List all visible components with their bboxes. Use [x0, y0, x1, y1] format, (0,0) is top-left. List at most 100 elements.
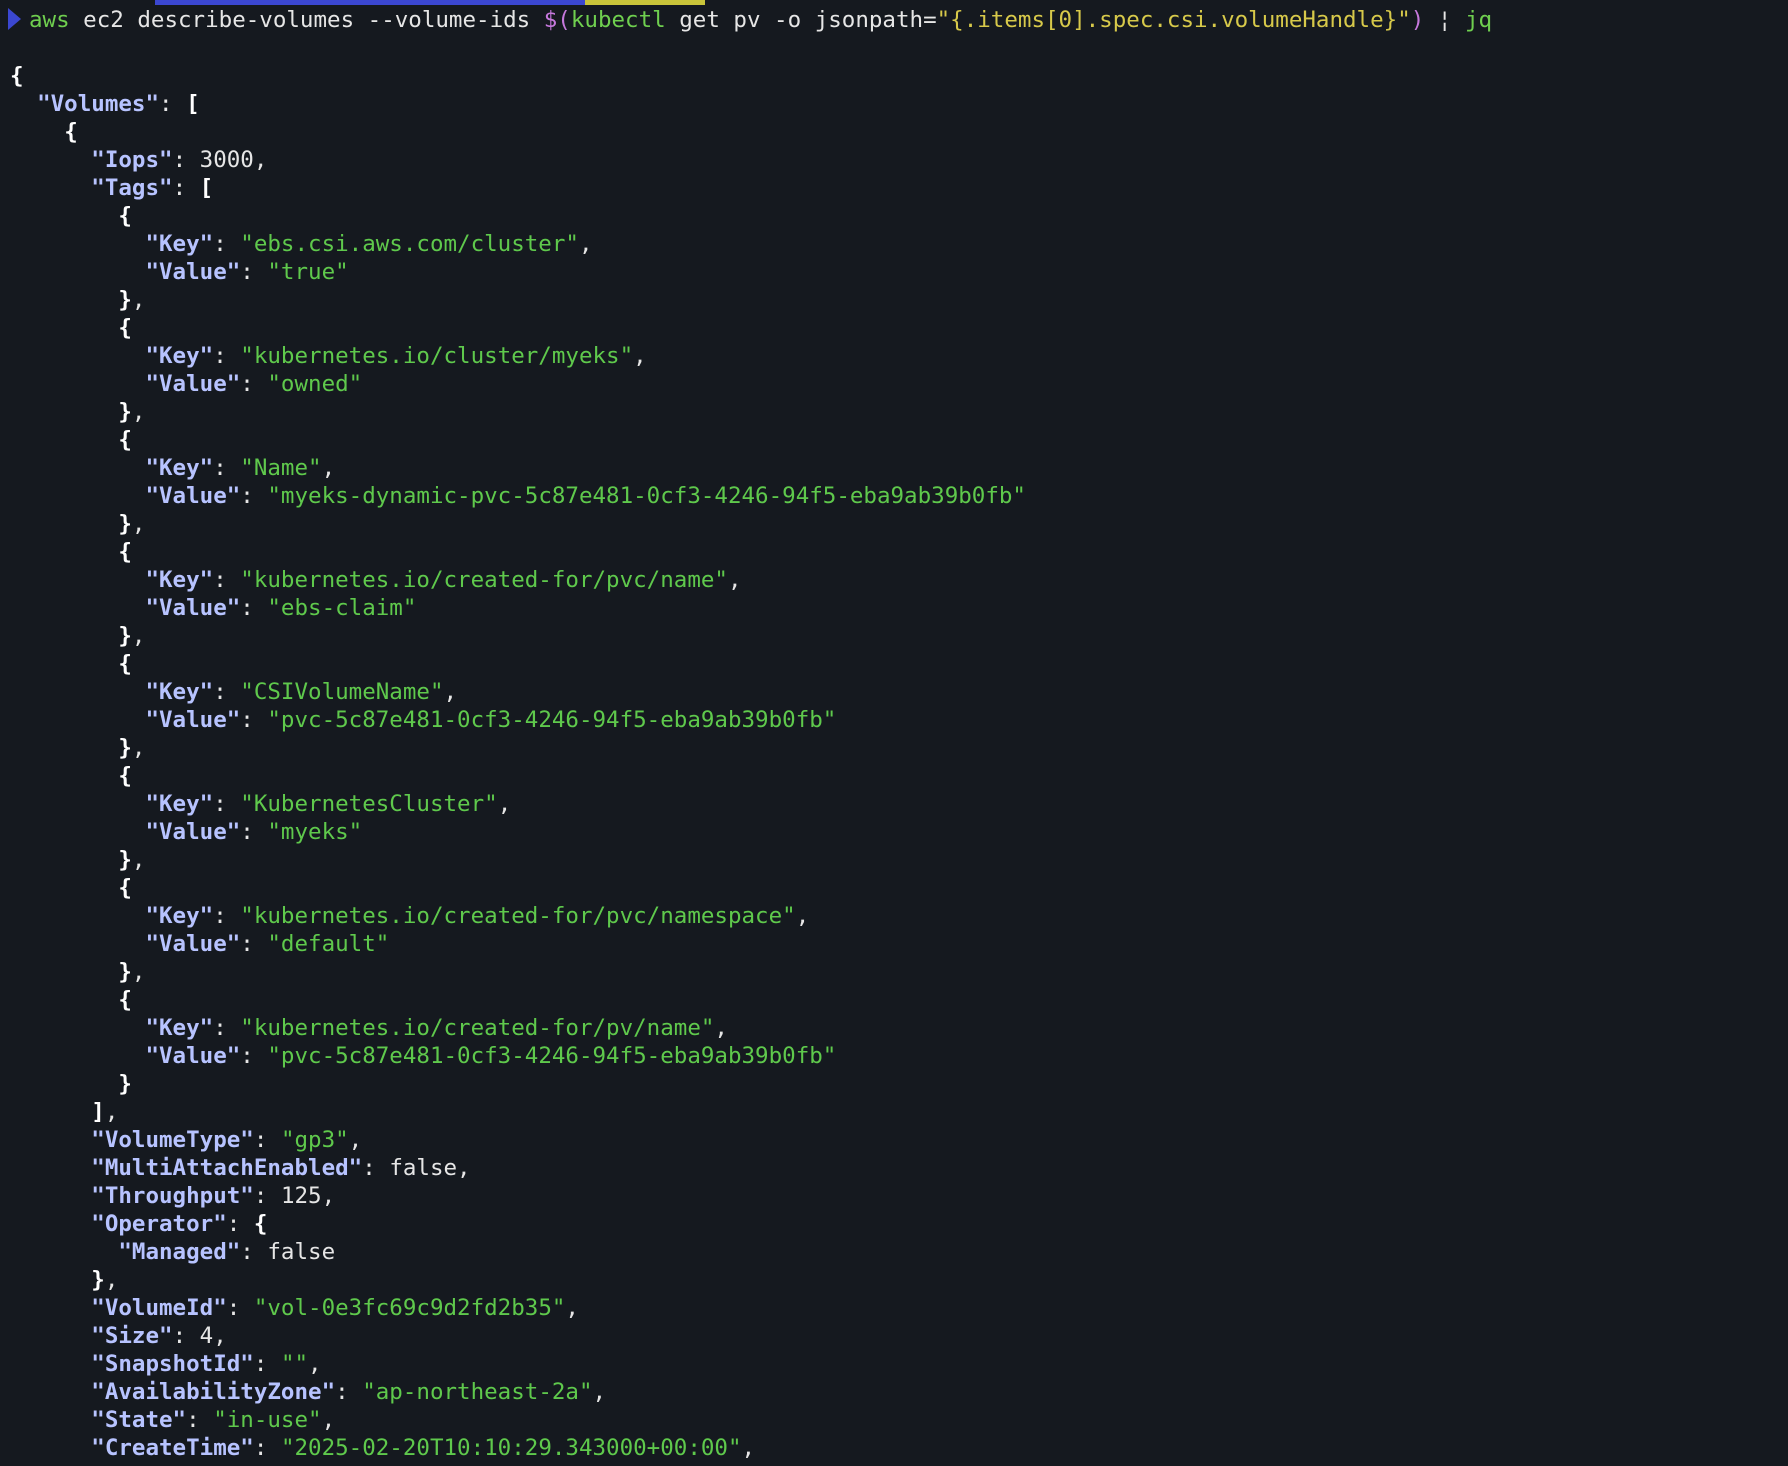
json-key: "Throughput"	[91, 1183, 254, 1209]
json-string-value: "CSIVolumeName"	[240, 679, 444, 705]
json-line: "Value": "myeks-dynamic-pvc-5c87e481-0cf…	[10, 482, 1026, 510]
json-line: {	[10, 426, 1026, 454]
json-punctuation: ,	[497, 791, 512, 817]
cmd-args: ec2 describe-volumes --volume-ids	[69, 7, 544, 33]
json-line: "Key": "CSIVolumeName",	[10, 678, 1026, 706]
json-key: "VolumeType"	[91, 1127, 254, 1153]
json-punctuation: ,	[321, 1407, 336, 1433]
json-key: "State"	[91, 1407, 187, 1433]
json-punctuation: :	[240, 595, 268, 621]
prompt-segment-git	[585, 0, 705, 5]
json-literal-value: 4	[199, 1323, 214, 1349]
json-punctuation: ,	[308, 1351, 322, 1377]
json-bracket: {	[10, 63, 24, 89]
json-bracket: {	[118, 651, 132, 677]
json-key: "Key"	[145, 231, 214, 257]
prompt-segment-path	[155, 0, 585, 5]
json-punctuation: ,	[727, 567, 742, 593]
cmd-subcommand: kubectl	[570, 7, 666, 33]
json-line: {	[10, 538, 1026, 566]
json-line: "SnapshotId": "",	[10, 1350, 1026, 1378]
json-punctuation: :	[240, 483, 268, 509]
json-line: },	[10, 958, 1026, 986]
json-string-value: "pvc-5c87e481-0cf3-4246-94f5-eba9ab39b0f…	[267, 1043, 837, 1069]
json-bracket: {	[253, 1211, 268, 1237]
json-line: "Key": "kubernetes.io/cluster/myeks",	[10, 342, 1026, 370]
json-line: "VolumeId": "vol-0e3fc69c9d2fd2b35",	[10, 1294, 1026, 1322]
json-punctuation: :	[253, 1435, 281, 1461]
json-bracket: [	[186, 91, 200, 117]
cmd-subargs: get pv -o jsonpath=	[665, 7, 937, 33]
json-punctuation: :	[172, 175, 200, 201]
json-string-value: "kubernetes.io/created-for/pv/name"	[240, 1015, 715, 1041]
json-line: },	[10, 286, 1026, 314]
json-bracket: }	[118, 287, 132, 313]
json-punctuation: ,	[131, 735, 146, 761]
json-line: "Key": "KubernetesCluster",	[10, 790, 1026, 818]
json-key: "Value"	[145, 595, 241, 621]
json-punctuation: ,	[741, 1435, 756, 1461]
json-punctuation: :	[240, 707, 268, 733]
json-bracket: ]	[91, 1099, 105, 1125]
json-bracket: }	[118, 1071, 132, 1097]
json-line: {	[10, 314, 1026, 342]
json-line: "AvailabilityZone": "ap-northeast-2a",	[10, 1378, 1026, 1406]
terminal-window[interactable]: aws ec2 describe-volumes --volume-ids $(…	[0, 0, 1788, 1466]
json-punctuation: ,	[131, 399, 146, 425]
json-punctuation: ,	[321, 1183, 336, 1209]
json-bracket: }	[91, 1267, 105, 1293]
command-line[interactable]: aws ec2 describe-volumes --volume-ids $(…	[8, 6, 1492, 34]
json-punctuation: ,	[131, 511, 146, 537]
json-bracket: }	[118, 623, 132, 649]
json-key: "Key"	[145, 903, 214, 929]
json-punctuation: :	[335, 1379, 363, 1405]
cmd-subshell-close: )	[1410, 7, 1425, 33]
prompt-arrow-icon	[8, 8, 21, 30]
json-line: "Managed": false	[10, 1238, 1026, 1266]
cmd-subshell-open: $(	[543, 7, 571, 33]
json-line: "Value": "pvc-5c87e481-0cf3-4246-94f5-eb…	[10, 1042, 1026, 1070]
cmd-jsonpath: "{.items[0].spec.csi.volumeHandle}"	[936, 7, 1411, 33]
json-string-value: "in-use"	[213, 1407, 322, 1433]
json-literal-value: false	[389, 1155, 458, 1181]
json-punctuation: :	[159, 91, 187, 117]
json-bracket: }	[118, 511, 132, 537]
json-punctuation: ,	[714, 1015, 728, 1041]
json-punctuation: ,	[457, 1155, 471, 1181]
json-string-value: "gp3"	[280, 1127, 349, 1153]
json-punctuation: :	[226, 1295, 254, 1321]
json-line: "Value": "owned"	[10, 370, 1026, 398]
json-key: "MultiAttachEnabled"	[91, 1155, 363, 1181]
json-bracket: [	[199, 175, 214, 201]
json-key: "Value"	[145, 707, 241, 733]
json-line: "Value": "ebs-claim"	[10, 594, 1026, 622]
json-line: "Key": "kubernetes.io/created-for/pv/nam…	[10, 1014, 1026, 1042]
json-punctuation: :	[213, 343, 241, 369]
json-punctuation: :	[213, 567, 241, 593]
json-key: "AvailabilityZone"	[91, 1379, 336, 1405]
json-line: },	[10, 510, 1026, 538]
json-line: "Value": "myeks"	[10, 818, 1026, 846]
json-key: "Value"	[145, 483, 241, 509]
json-punctuation: ,	[131, 623, 146, 649]
json-key: "Value"	[145, 371, 241, 397]
json-string-value: "myeks"	[267, 819, 363, 845]
json-line: "Key": "ebs.csi.aws.com/cluster",	[10, 230, 1026, 258]
json-string-value: "owned"	[267, 371, 363, 397]
json-string-value: "KubernetesCluster"	[240, 791, 498, 817]
json-punctuation: :	[240, 931, 268, 957]
json-key: "Iops"	[91, 147, 173, 173]
json-line: },	[10, 846, 1026, 874]
json-string-value: "kubernetes.io/created-for/pvc/name"	[240, 567, 728, 593]
json-key: "Volumes"	[37, 91, 160, 117]
json-key: "Key"	[145, 567, 214, 593]
json-key: "Tags"	[91, 175, 173, 201]
json-punctuation: ,	[104, 1099, 119, 1125]
json-punctuation: ,	[633, 343, 647, 369]
json-key: "VolumeId"	[91, 1295, 227, 1321]
json-string-value: "myeks-dynamic-pvc-5c87e481-0cf3-4246-94…	[267, 483, 1026, 509]
cmd-filter: jq	[1464, 7, 1493, 33]
json-string-value: "true"	[267, 259, 349, 285]
json-line: },	[10, 734, 1026, 762]
json-line: ],	[10, 1098, 1026, 1126]
